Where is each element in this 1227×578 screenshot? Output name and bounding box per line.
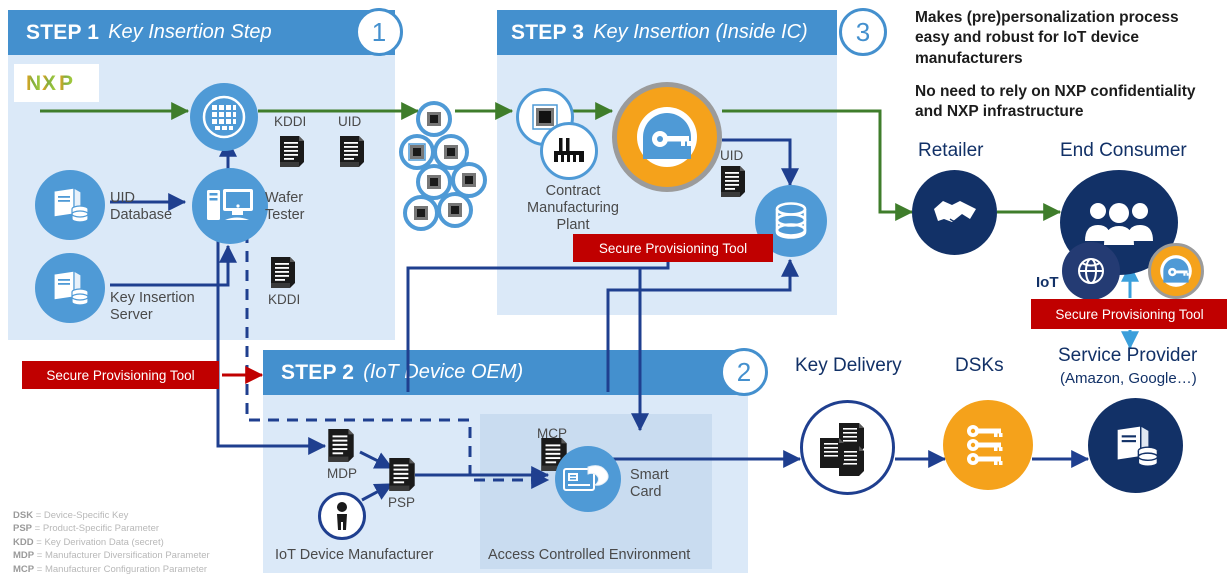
step1-header: STEP 1 Key Insertion Step — [8, 10, 395, 55]
step3-subtitle: Key Insertion (Inside IC) — [593, 21, 808, 43]
retailer-icon — [912, 170, 997, 255]
legend-abbr: KDD — [13, 536, 34, 548]
step3-header: STEP 3 Key Insertion (Inside IC) — [497, 10, 837, 55]
svg-text:P: P — [59, 72, 73, 95]
legend-eq: = — [35, 510, 42, 521]
psp-label: PSP — [388, 495, 416, 510]
key-insertion-server-label-line1: Key Insertion — [110, 290, 195, 306]
legend-abbr: PSP — [13, 523, 33, 535]
legend-eq: = — [34, 523, 41, 535]
legend-eq: = — [36, 536, 42, 548]
service-provider-icon — [1088, 398, 1183, 493]
end-consumer-label: End Consumer — [1060, 140, 1187, 161]
legend-eq: = — [36, 563, 43, 575]
factory-icon — [540, 122, 598, 180]
legend-text: Device-Specific Key — [43, 510, 129, 521]
svg-text:X: X — [42, 72, 56, 95]
legend-text: Manufacturer Configuration Parameter — [44, 563, 208, 575]
kddi-label-top: KDDI — [274, 114, 307, 129]
key-delivery-label: Key Delivery — [795, 355, 902, 376]
legend-row: KDD = Key Derivation Data (secret) — [13, 536, 210, 549]
wafer-tester-icon — [192, 168, 268, 244]
access-controlled-environment-label: Access Controlled Environment — [488, 547, 691, 563]
smart-card-label-line2: Card — [630, 484, 662, 501]
secure-provisioning-tool-banner-right: Secure Provisioning Tool — [1031, 299, 1227, 329]
legend-abbr: MDP — [13, 550, 35, 562]
dsks-icon — [943, 400, 1033, 490]
uid-database-label-line1: UID — [110, 190, 135, 206]
kddi-document-icon-bottom — [268, 256, 298, 290]
dsks-label: DSKs — [955, 355, 1004, 376]
legend-text: Manufacturer Diversification Parameter — [44, 550, 210, 562]
kddi-document-icon-top — [277, 135, 307, 169]
mdp-document-icon — [325, 428, 357, 464]
iot-globe-icon — [1062, 242, 1120, 300]
uid-document-icon-step3 — [718, 165, 748, 199]
legend-text: Product-Specific Parameter — [42, 523, 160, 535]
step2-subtitle: (IoT Device OEM) — [363, 361, 524, 383]
wafer-tester-label-line1: Wafer — [265, 190, 304, 206]
uid-database-label: UID Database — [110, 190, 172, 224]
plant-label-line2: Manufacturing — [527, 200, 619, 217]
mcp-label: MCP — [537, 426, 567, 441]
legend-abbr: MCP — [13, 563, 35, 575]
plant-label-line1: Contract — [545, 183, 601, 199]
headline-block-2: No need to rely on NXP confidentiality a… — [915, 83, 1196, 121]
key-badge-consumer — [1148, 243, 1204, 299]
key-delivery-icon — [800, 400, 895, 495]
legend-text: Key Derivation Data (secret) — [44, 536, 164, 548]
step2-number-badge: 2 — [720, 348, 768, 396]
step1-title: STEP 1 — [26, 20, 100, 44]
smart-card-icon — [555, 446, 621, 512]
uid-database-icon — [35, 170, 105, 240]
secure-provisioning-tool-banner-step3: Secure Provisioning Tool — [573, 234, 773, 262]
step2-header: STEP 2 (IoT Device OEM) — [263, 350, 748, 395]
nxp-logo: N X P — [14, 64, 99, 102]
key-insertion-server-label-line2: Server — [110, 307, 153, 324]
step1-number-badge: 1 — [355, 8, 403, 56]
iot-device-manufacturer-label: IoT Device Manufacturer — [275, 547, 434, 563]
key-insertion-server-label: Key Insertion Server — [110, 290, 195, 324]
step3-number-badge: 3 — [839, 8, 887, 56]
key-insertion-server-icon — [35, 253, 105, 323]
legend-abbr: DSK — [13, 510, 34, 521]
mdp-label: MDP — [327, 466, 357, 481]
contract-manufacturing-plant-label: Contract Manufacturing Plant — [527, 183, 619, 234]
legend-row: PSP = Product-Specific Parameter — [13, 522, 210, 535]
step3-title: STEP 3 — [511, 20, 585, 44]
smart-card-label: Smart Card — [630, 467, 669, 501]
wafer-tester-label: Wafer Tester — [265, 190, 305, 224]
iot-device-manufacturer-icon — [318, 492, 366, 540]
service-provider-sublabel: (Amazon, Google…) — [1060, 370, 1197, 387]
uid-label-top: UID — [338, 114, 362, 129]
key-insertion-badge — [612, 82, 722, 192]
uid-label-step3: UID — [720, 148, 744, 163]
plant-label-line3: Plant — [556, 217, 590, 234]
retailer-label: Retailer — [918, 140, 984, 161]
legend-row: MCP = Manufacturer Configuration Paramet… — [13, 563, 210, 576]
uid-document-icon-top — [337, 135, 367, 169]
svg-text:N: N — [26, 72, 41, 95]
legend: DSK = Device-Specific Key PSP = Product-… — [13, 509, 210, 576]
wafer-tester-label-line2: Tester — [265, 207, 305, 224]
step1-subtitle: Key Insertion Step — [108, 21, 272, 43]
legend-row: MDP = Manufacturer Diversification Param… — [13, 549, 210, 562]
step2-title: STEP 2 — [281, 360, 355, 384]
kddi-label-bottom: KDDI — [268, 292, 301, 307]
headline-block-1: Makes (pre)personalization process easy … — [915, 9, 1179, 67]
iot-label: IoT — [1036, 274, 1059, 291]
smart-card-label-line1: Smart — [630, 467, 669, 483]
psp-document-icon — [386, 457, 418, 493]
die-cluster — [399, 100, 496, 231]
legend-eq: = — [36, 550, 43, 562]
uid-database-label-line2: Database — [110, 207, 173, 224]
wafer-icon — [190, 83, 258, 151]
service-provider-label: Service Provider — [1058, 345, 1198, 366]
legend-row: DSK = Device-Specific Key — [13, 509, 210, 522]
secure-provisioning-tool-banner-left: Secure Provisioning Tool — [22, 361, 219, 389]
